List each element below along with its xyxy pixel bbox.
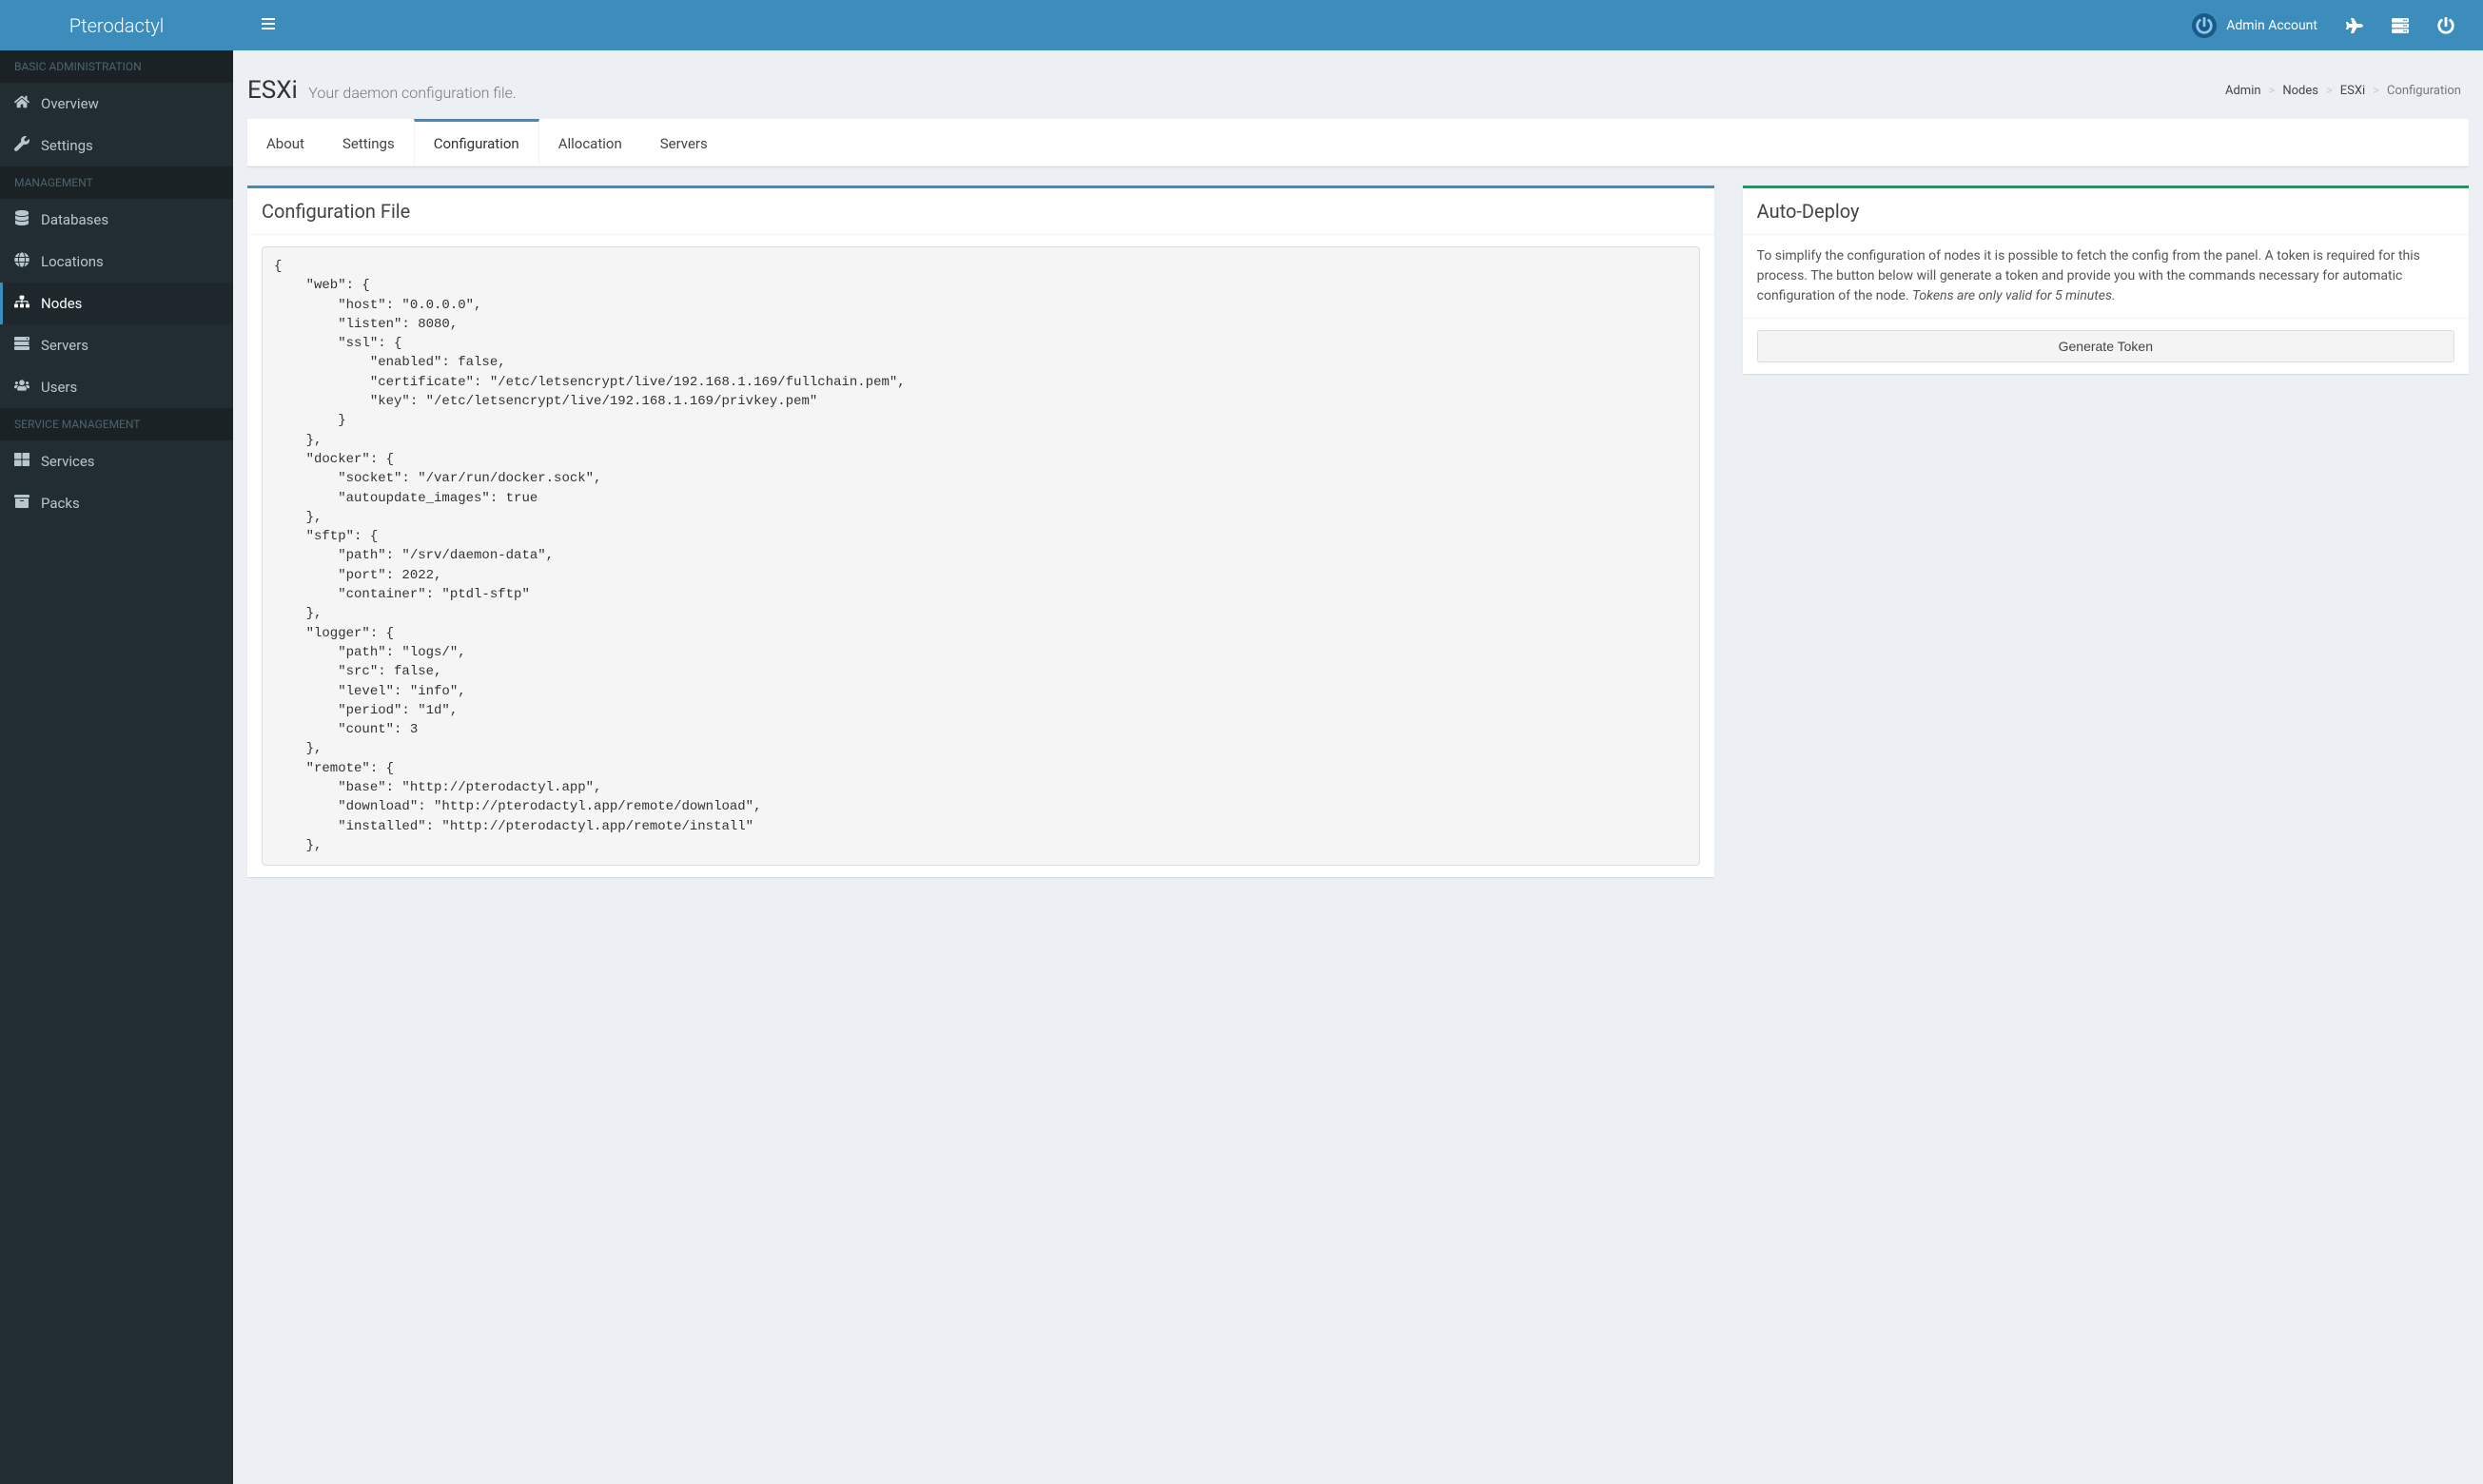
globe-icon <box>14 252 29 271</box>
database-icon <box>14 210 29 229</box>
breadcrumb-item: Nodes <box>2282 84 2332 98</box>
sidebar-item-label: Packs <box>41 495 80 512</box>
users-icon <box>14 378 29 397</box>
wrench-icon <box>14 136 29 155</box>
sidebar-section-header: SERVICE MANAGEMENT <box>0 408 233 440</box>
archive-icon <box>14 494 29 513</box>
breadcrumb-link[interactable]: Admin <box>2225 84 2261 98</box>
breadcrumb-item: Admin <box>2225 84 2275 98</box>
home-icon <box>14 94 29 113</box>
server-nav-button[interactable] <box>2377 3 2423 49</box>
page-title: ESXi Your daemon configuration file. <box>247 76 517 105</box>
sidebar-item-settings[interactable]: Settings <box>0 125 233 166</box>
auto-deploy-box: Auto-Deploy To simplify the configuratio… <box>1743 186 2469 374</box>
sidebar-item-databases[interactable]: Databases <box>0 199 233 241</box>
sidebar-item-services[interactable]: Services <box>0 440 233 482</box>
breadcrumb-item: Configuration <box>2387 84 2469 98</box>
sidebar-item-label: Overview <box>41 95 99 112</box>
exit-admin-button[interactable] <box>2332 3 2377 49</box>
user-name: Admin Account <box>2226 18 2317 33</box>
avatar <box>2192 13 2217 38</box>
logout-button[interactable] <box>2423 3 2469 49</box>
main-sidebar: BASIC ADMINISTRATION Overview Settings MANA… <box>0 50 233 1484</box>
sidebar-item-label: Locations <box>41 253 104 270</box>
config-file-title: Configuration File <box>262 200 1700 223</box>
bars-icon <box>262 15 275 32</box>
tab-servers[interactable]: Servers <box>641 119 727 166</box>
sidebar-item-locations[interactable]: Locations <box>0 241 233 283</box>
tabs-container: AboutSettingsConfigurationAllocationServ… <box>247 119 2469 166</box>
plane-icon <box>2346 17 2363 34</box>
breadcrumb: Admin Nodes ESXi Configuration <box>2225 84 2469 98</box>
sidebar-item-servers[interactable]: Servers <box>0 324 233 366</box>
page-subtitle: Your daemon configuration file. <box>308 84 516 102</box>
tab-about[interactable]: About <box>247 119 323 166</box>
sidebar-item-overview[interactable]: Overview <box>0 83 233 125</box>
sidebar-section-header: MANAGEMENT <box>0 166 233 199</box>
tab-allocation[interactable]: Allocation <box>539 119 641 166</box>
sidebar-item-label: Settings <box>41 137 93 154</box>
sidebar-item-label: Users <box>41 379 77 396</box>
sidebar-section-header: BASIC ADMINISTRATION <box>0 50 233 83</box>
user-menu[interactable]: Admin Account <box>2178 4 2332 48</box>
th-large-icon <box>14 452 29 471</box>
breadcrumb-link[interactable]: ESXi <box>2340 84 2365 98</box>
tab-configuration[interactable]: Configuration <box>414 119 539 166</box>
server-icon <box>2392 17 2409 34</box>
sidebar-item-nodes[interactable]: Nodes <box>0 283 233 324</box>
sidebar-item-label: Services <box>41 453 95 470</box>
breadcrumb-link[interactable]: Nodes <box>2282 84 2318 98</box>
tab-settings[interactable]: Settings <box>323 119 414 166</box>
sidebar-item-label: Databases <box>41 211 108 228</box>
config-json: { "web": { "host": "0.0.0.0", "listen": … <box>262 246 1700 866</box>
sidebar-item-label: Nodes <box>41 295 82 312</box>
sitemap-icon <box>14 294 29 313</box>
generate-token-button[interactable]: Generate Token <box>1757 330 2454 362</box>
config-file-box: Configuration File { "web": { "host": "0… <box>247 186 1714 877</box>
auto-deploy-text: To simplify the configuration of nodes i… <box>1757 246 2454 306</box>
auto-deploy-title: Auto-Deploy <box>1757 200 2454 223</box>
breadcrumb-item: ESXi <box>2340 84 2379 98</box>
power-icon <box>2196 17 2213 34</box>
server-icon <box>14 336 29 355</box>
sidebar-item-users[interactable]: Users <box>0 366 233 408</box>
sidebar-item-label: Servers <box>41 337 88 354</box>
power-icon <box>2437 17 2454 34</box>
sidebar-toggle[interactable] <box>247 1 289 50</box>
sidebar-item-packs[interactable]: Packs <box>0 482 233 524</box>
brand-logo[interactable]: Pterodactyl <box>0 0 233 50</box>
